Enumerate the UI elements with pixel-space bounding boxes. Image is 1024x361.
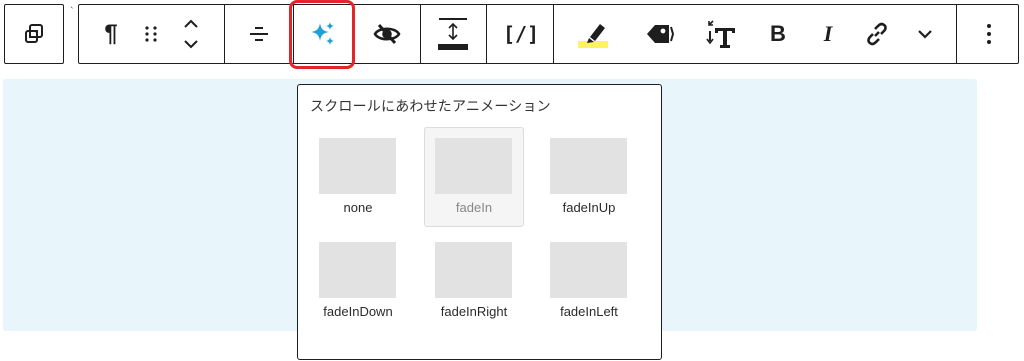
animation-option-fadein[interactable]: fadeIn <box>424 127 524 227</box>
popover-title: スクロールにあわせたアニメーション <box>310 98 551 114</box>
animation-option-label: fadeInRight <box>440 304 508 319</box>
animation-button[interactable] <box>301 5 345 63</box>
animation-thumbnail <box>319 242 396 298</box>
vertical-spacing-icon <box>437 16 469 52</box>
link-button[interactable] <box>855 5 899 63</box>
animation-option-fadeinright[interactable]: fadeInRight <box>424 231 524 331</box>
more-format-button[interactable] <box>903 5 947 63</box>
drag-dots-icon <box>143 24 159 44</box>
toolbar-separator <box>224 5 225 63</box>
italic-button[interactable]: I <box>807 5 849 63</box>
animation-option-fadeinup[interactable]: fadeInUp <box>539 127 639 227</box>
bold-icon: B <box>770 21 786 46</box>
animation-thumbnail <box>319 138 396 194</box>
transform-block-button[interactable] <box>5 5 63 63</box>
toolbar-tick-mark: ` <box>70 6 74 18</box>
shortcode-button[interactable]: [/] <box>499 5 543 63</box>
animation-option-label: fadeInLeft <box>560 304 618 319</box>
toolbar-separator <box>486 5 487 63</box>
animation-thumbnail <box>550 138 627 194</box>
animation-thumbnail <box>435 242 512 298</box>
hide-button[interactable] <box>365 5 409 63</box>
spacing-button[interactable] <box>429 5 477 63</box>
animation-option-fadeindown[interactable]: fadeInDown <box>308 231 408 331</box>
marker-icon <box>576 19 612 49</box>
toolbar-separator <box>553 5 554 63</box>
duplicate-squares-icon <box>22 22 46 46</box>
tag-icon <box>643 21 675 47</box>
tag-button[interactable] <box>635 5 683 63</box>
bracket-slash-icon: [/] <box>502 22 540 46</box>
animation-option-label: fadeIn <box>455 200 493 215</box>
paragraph-button[interactable]: ¶ <box>89 5 133 63</box>
animation-option-label: fadeInUp <box>562 200 616 215</box>
block-toolbar: ¶ [/] B I <box>78 4 1019 64</box>
animation-popover: スクロールにあわせたアニメーション none fadeIn fadeInUp f… <box>297 84 662 360</box>
toolbar-separator <box>956 5 957 63</box>
toolbar-separator <box>293 5 294 63</box>
link-icon <box>864 21 890 47</box>
toolbar-separator <box>420 5 421 63</box>
move-up-down-buttons[interactable] <box>171 5 211 63</box>
pilcrow-icon: ¶ <box>104 20 118 47</box>
animation-thumbnail <box>550 242 627 298</box>
italic-icon: I <box>823 21 833 46</box>
chevron-down-icon <box>916 28 934 40</box>
eye-slash-icon <box>372 22 402 46</box>
animation-option-label: none <box>343 200 373 215</box>
animation-option-label: fadeInDown <box>323 304 393 319</box>
options-button[interactable] <box>967 5 1011 63</box>
align-center-lines-icon <box>248 23 270 45</box>
align-button[interactable] <box>239 5 279 63</box>
highlight-button[interactable] <box>569 5 619 63</box>
animation-option-fadeinleft[interactable]: fadeInLeft <box>539 231 639 331</box>
font-size-button[interactable] <box>699 5 745 63</box>
bold-button[interactable]: B <box>757 5 799 63</box>
animation-thumbnail <box>435 138 512 194</box>
text-size-icon <box>705 18 739 50</box>
animation-option-none[interactable]: none <box>308 127 408 227</box>
toolbar-group-transform <box>4 4 64 64</box>
chevron-up-down-icon <box>182 16 200 52</box>
vertical-ellipsis-icon <box>986 23 992 45</box>
drag-handle[interactable] <box>131 5 171 63</box>
sparkles-icon <box>308 19 338 49</box>
